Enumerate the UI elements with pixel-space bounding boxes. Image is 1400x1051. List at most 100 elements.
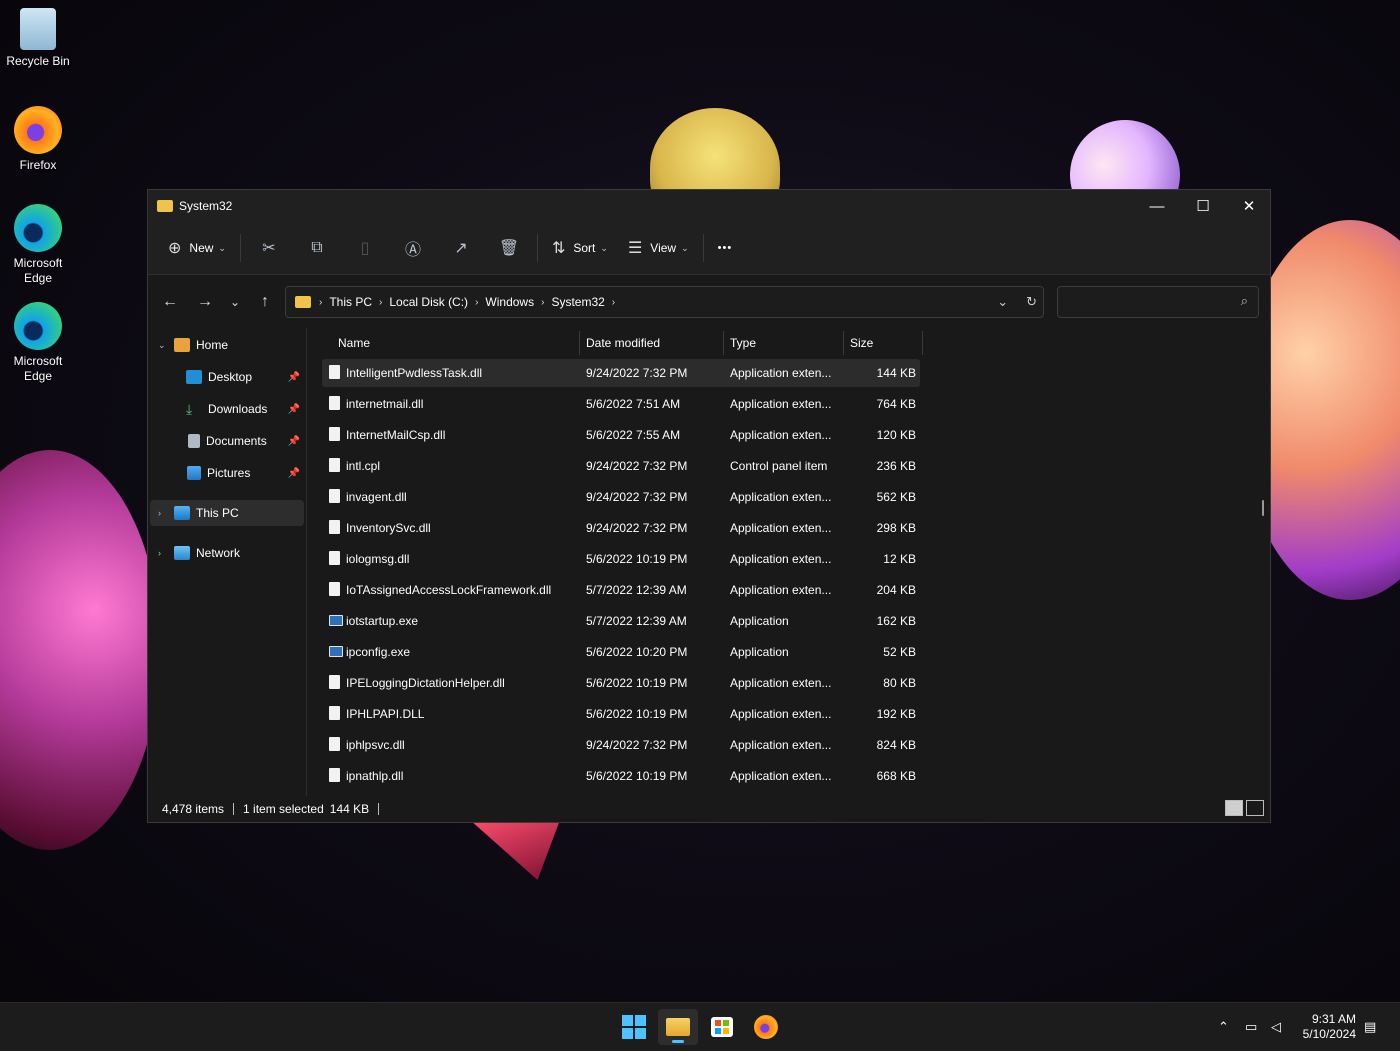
forward-button[interactable]: → [189,286,221,318]
scrollbar-thumb[interactable] [1262,500,1264,516]
table-row[interactable]: ipconfig.exe 5/6/2022 10:20 PM Application… [322,638,920,666]
column-divider[interactable] [843,331,844,355]
column-divider[interactable] [723,331,724,355]
breadcrumb-separator[interactable]: › [473,297,480,308]
table-row[interactable]: ipnathlp.dll 5/6/2022 10:19 PM Application… [322,762,920,790]
dll-file-icon [329,768,340,782]
selection-size: 144 KB [329,802,370,816]
volume-status[interactable]: ◁ [1271,1003,1281,1051]
chevron-down-icon: ⌄ [600,242,608,253]
column-header-name[interactable]: Name [338,336,370,350]
nav-item-desktop[interactable]: Desktop 📌 [150,364,304,390]
table-row[interactable]: intl.cpl 9/24/2022 7:32 PM Control panel i… [322,452,920,480]
table-row[interactable]: invagent.dll 9/24/2022 7:32 PM Application… [322,483,920,511]
folder-icon [157,200,173,212]
breadcrumb-separator[interactable]: › [539,297,546,308]
recent-locations-button[interactable]: ⌄ [221,286,249,318]
file-date-modified: 5/6/2022 10:19 PM [586,707,688,721]
details-view-icon[interactable] [1225,800,1243,816]
address-history-chevron-icon[interactable]: ⌄ [997,294,1008,310]
breadcrumb-separator[interactable]: › [610,297,617,308]
pin-icon[interactable]: 📌 [288,468,300,479]
pin-icon[interactable]: 📌 [288,404,300,415]
network-icon [174,546,190,560]
column-header-date[interactable]: Date modified [586,336,660,350]
up-button[interactable]: ↑ [249,286,281,318]
network-status[interactable]: ▭ [1245,1003,1257,1051]
taskbar-firefox[interactable] [746,1009,786,1045]
sort-icon: ⇅ [551,240,566,257]
back-button[interactable]: ← [154,286,186,318]
search-box[interactable]: ⌕ [1057,286,1259,318]
table-row[interactable]: iotstartup.exe 5/7/2022 12:39 AM Applicati… [322,607,920,635]
cut-button[interactable]: ✂ [245,232,293,264]
desktop-icon-recycle-bin[interactable]: Recycle Bin [0,8,76,69]
column-divider[interactable] [922,331,923,355]
start-button[interactable] [614,1009,654,1045]
breadcrumb-windows[interactable]: Windows [480,295,539,309]
search-input[interactable] [1068,287,1232,317]
maximize-button[interactable]: ☐ [1180,190,1226,222]
table-row[interactable]: iphlpsvc.dll 9/24/2022 7:32 PM Application… [322,731,920,759]
show-hidden-icons[interactable]: ⌃ [1218,1003,1229,1051]
speaker-muted-icon: ◁ [1271,1019,1281,1034]
new-button[interactable]: ⊕ New ⌄ [158,232,236,264]
minimize-button[interactable]: — [1134,190,1180,222]
table-row[interactable]: IoTAssignedAccessLockFramework.dll 5/7/20… [322,576,920,604]
chevron-down-icon[interactable]: ⌄ [158,340,168,351]
nav-item-home[interactable]: ⌄ Home [150,332,304,358]
dll-file-icon [329,427,340,441]
address-bar[interactable]: › This PC › Local Disk (C:) › Windows › … [285,286,1044,318]
nav-item-label: Home [196,338,229,352]
dll-file-icon [329,489,340,503]
table-row[interactable]: IPHLPAPI.DLL 5/6/2022 10:19 PM Application… [322,700,920,728]
table-row[interactable]: InternetMailCsp.dll 5/6/2022 7:55 AM Appli… [322,421,920,449]
status-divider [233,803,235,815]
table-row[interactable]: iologmsg.dll 5/6/2022 10:19 PM Application… [322,545,920,573]
tiles-view-icon[interactable] [1246,800,1264,816]
table-row[interactable]: IntelligentPwdlessTask.dll 9/24/2022 7:32… [322,359,920,387]
breadcrumb-system32[interactable]: System32 [546,295,609,309]
pin-icon[interactable]: 📌 [288,436,300,447]
clock[interactable]: 9:31 AM 5/10/2024 [1303,1012,1356,1042]
refresh-icon[interactable]: ↻ [1026,294,1037,310]
paste-button[interactable]: ▯ [341,232,389,264]
desktop-icon-firefox[interactable]: Firefox [0,106,76,173]
table-row[interactable]: InventorySvc.dll 9/24/2022 7:32 PM Applica… [322,514,920,542]
more-options-button[interactable]: ••• [708,232,743,264]
desktop-icon-label: Recycle Bin [6,54,70,68]
notification-center[interactable]: ▤ [1364,1003,1376,1051]
table-row[interactable]: internetmail.dll 5/6/2022 7:51 AM Applicat… [322,390,920,418]
nav-item-pictures[interactable]: Pictures 📌 [150,460,304,486]
taskbar-file-explorer[interactable] [658,1009,698,1045]
chevron-right-icon[interactable]: › [158,548,168,558]
title-bar[interactable]: System32 — ☐ ✕ [148,190,1270,222]
taskbar-microsoft-store[interactable] [702,1009,742,1045]
nav-item-this-pc[interactable]: › This PC [150,500,304,526]
sort-button[interactable]: ⇅ Sort ⌄ [542,232,618,264]
breadcrumb-local-disk[interactable]: Local Disk (C:) [384,295,473,309]
file-size: 668 KB [876,769,916,783]
desktop-icon-edge[interactable]: Microsoft Edge [0,204,76,286]
breadcrumb-separator[interactable]: › [377,297,384,308]
column-divider[interactable] [579,331,580,355]
desktop-icon-edge-2[interactable]: Microsoft Edge [0,302,76,384]
delete-button[interactable]: 🗑 [485,232,533,264]
pin-icon[interactable]: 📌 [288,372,300,383]
nav-item-network[interactable]: › Network [150,540,304,566]
view-button[interactable]: ☰ View ⌄ [618,232,699,264]
rename-button[interactable]: Ⓐ [389,232,437,264]
share-button[interactable]: ↗ [437,232,485,264]
chevron-right-icon[interactable]: › [158,508,168,518]
nav-item-documents[interactable]: Documents 📌 [150,428,304,454]
nav-item-downloads[interactable]: ⤓ Downloads 📌 [150,396,304,422]
file-type: Application [730,645,789,659]
file-date-modified: 5/6/2022 10:19 PM [586,676,688,690]
close-button[interactable]: ✕ [1226,190,1272,222]
column-header-type[interactable]: Type [730,336,756,350]
table-row[interactable]: IPELoggingDictationHelper.dll 5/6/2022 10… [322,669,920,697]
breadcrumb-this-pc[interactable]: This PC [324,295,377,309]
file-name: ipconfig.exe [346,645,411,659]
copy-button[interactable]: ⧉ [293,232,341,264]
column-header-size[interactable]: Size [850,336,873,350]
